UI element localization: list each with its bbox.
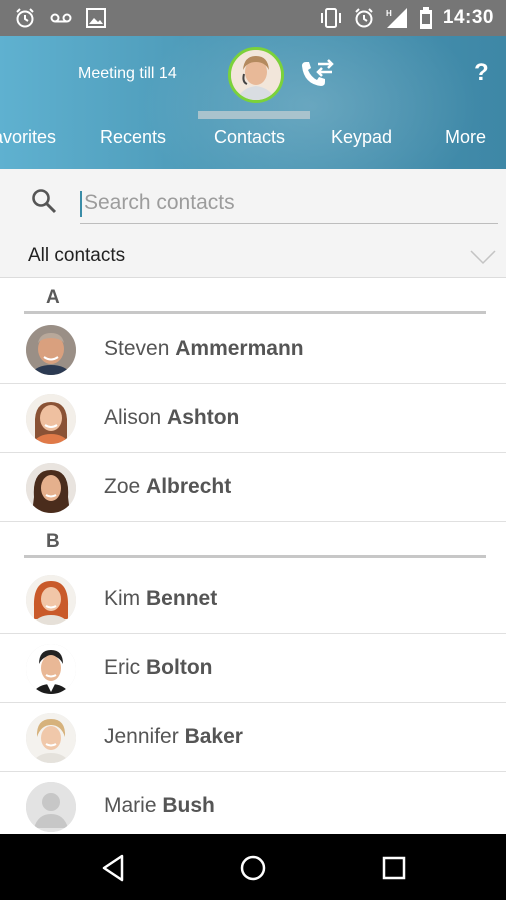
section-letter: A bbox=[46, 287, 60, 308]
status-time: 14:30 bbox=[442, 7, 494, 28]
tab-more[interactable]: More bbox=[445, 127, 486, 148]
battery-icon bbox=[419, 7, 432, 29]
image-icon bbox=[86, 8, 106, 28]
contact-filter-dropdown[interactable]: All contacts bbox=[0, 237, 506, 278]
contact-row[interactable]: Eric Bolton bbox=[0, 634, 506, 703]
tab-contacts[interactable]: Contacts bbox=[214, 127, 285, 148]
tab-favorites[interactable]: Favorites bbox=[0, 127, 56, 148]
profile-avatar[interactable] bbox=[228, 47, 284, 103]
text-cursor bbox=[80, 191, 82, 217]
presence-status[interactable]: Meeting till 14 bbox=[78, 65, 177, 83]
app-header: Meeting till 14 ? Favorites Recents Cont… bbox=[0, 36, 506, 169]
tab-keypad[interactable]: Keypad bbox=[331, 127, 392, 148]
contact-row[interactable]: Zoe Albrecht bbox=[0, 453, 506, 522]
vibrate-icon bbox=[320, 8, 341, 28]
contact-name: Steven Ammermann bbox=[104, 337, 304, 360]
section-divider bbox=[24, 555, 486, 558]
home-icon[interactable] bbox=[235, 850, 271, 886]
alarm-icon bbox=[16, 8, 34, 28]
filter-selected-value: All contacts bbox=[28, 245, 126, 266]
contact-avatar bbox=[26, 713, 76, 763]
contact-avatar bbox=[26, 575, 76, 625]
tab-bar: Favorites Recents Contacts Keypad More bbox=[0, 119, 506, 169]
chevron-down-icon bbox=[470, 250, 496, 265]
active-tab-indicator bbox=[198, 111, 310, 119]
svg-text:H: H bbox=[386, 9, 392, 18]
section-divider bbox=[24, 311, 486, 314]
contact-avatar bbox=[26, 394, 76, 444]
tab-recents[interactable]: Recents bbox=[100, 127, 166, 148]
status-bar: H 14:30 bbox=[0, 0, 506, 36]
search-bar bbox=[0, 169, 506, 237]
back-icon[interactable] bbox=[96, 850, 132, 886]
contact-row[interactable]: Jennifer Baker bbox=[0, 703, 506, 772]
contact-name: Jennifer Baker bbox=[104, 725, 243, 748]
contact-name: Marie Bush bbox=[104, 794, 215, 817]
contact-avatar bbox=[26, 644, 76, 694]
help-button[interactable]: ? bbox=[474, 59, 489, 87]
default-avatar-icon bbox=[26, 782, 76, 832]
section-header-b: B bbox=[24, 522, 486, 558]
contact-row[interactable]: Marie Bush bbox=[0, 772, 506, 841]
contact-row[interactable]: Kim Bennet bbox=[0, 565, 506, 634]
alarm-icon bbox=[355, 8, 373, 28]
contact-name: Zoe Albrecht bbox=[104, 475, 232, 498]
recent-apps-icon[interactable] bbox=[376, 850, 412, 886]
voicemail-icon bbox=[50, 13, 72, 23]
contact-avatar bbox=[26, 463, 76, 513]
section-letter: B bbox=[46, 531, 60, 552]
section-header-a: A bbox=[24, 278, 486, 314]
contact-name: Eric Bolton bbox=[104, 656, 213, 679]
search-icon bbox=[32, 189, 57, 214]
call-transfer-icon[interactable] bbox=[296, 56, 336, 92]
system-nav-bar bbox=[0, 834, 506, 900]
signal-icon: H bbox=[386, 8, 407, 28]
contact-avatar bbox=[26, 325, 76, 375]
search-input[interactable] bbox=[80, 183, 498, 224]
contact-name: Alison Ashton bbox=[104, 406, 240, 429]
contact-name: Kim Bennet bbox=[104, 587, 218, 610]
contact-row[interactable]: Alison Ashton bbox=[0, 384, 506, 453]
contact-row[interactable]: Steven Ammermann bbox=[0, 315, 506, 384]
